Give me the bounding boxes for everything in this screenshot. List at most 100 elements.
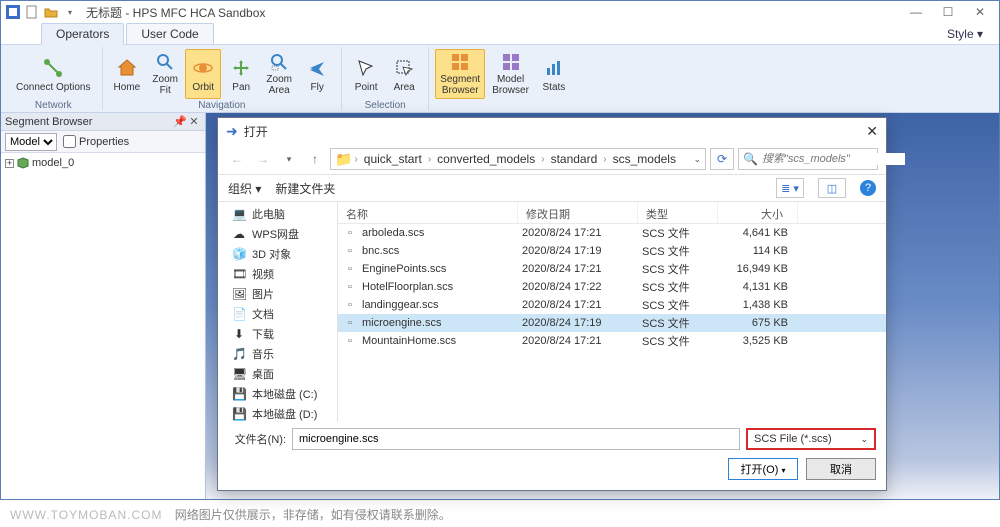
tab-usercode[interactable]: User Code <box>126 23 213 44</box>
view-mode-button[interactable]: ≣ ▾ <box>776 178 804 198</box>
col-date[interactable]: 修改日期 <box>518 202 638 223</box>
breadcrumb-bar[interactable]: 📁 › quick_start› converted_models› stand… <box>330 148 706 170</box>
tree-node-label: model_0 <box>32 157 74 169</box>
zoom-fit-button[interactable]: Zoom Fit <box>147 49 183 99</box>
qat-dropdown-icon[interactable]: ▾ <box>62 4 78 20</box>
place-item[interactable]: 📄文档 <box>218 304 337 324</box>
place-item[interactable]: 🖥桌面 <box>218 364 337 384</box>
file-row[interactable]: ▫EnginePoints.scs2020/8/24 17:21SCS 文件16… <box>338 260 886 278</box>
place-item[interactable]: ⬇下载 <box>218 324 337 344</box>
fly-icon <box>305 56 329 80</box>
video-icon: 🎞 <box>232 267 246 281</box>
search-input[interactable] <box>762 153 905 165</box>
ribbon-group-navigation: Home Zoom Fit Orbit Pan Zoom Area <box>103 47 343 110</box>
search-box[interactable]: 🔍 <box>738 148 878 170</box>
open-button[interactable]: 打开(O) ▾ <box>728 458 798 480</box>
cube-icon: 🧊 <box>232 247 246 261</box>
places-sidebar[interactable]: 💻此电脑☁WPS网盘🧊3D 对象🎞视频🖼图片📄文档⬇下载🎵音乐🖥桌面💾本地磁盘 … <box>218 202 338 422</box>
stats-button[interactable]: Stats <box>536 49 572 99</box>
panel-close-icon[interactable]: ✕ <box>187 115 201 128</box>
column-headers[interactable]: 名称 修改日期 类型 大小 <box>338 202 886 224</box>
dialog-close-button[interactable]: ✕ <box>866 123 878 140</box>
area-button[interactable]: Area <box>386 49 422 99</box>
crumb[interactable]: standard <box>547 152 602 166</box>
close-button[interactable]: ✕ <box>973 5 987 19</box>
area-icon <box>392 56 416 80</box>
nav-forward-button[interactable]: → <box>252 148 274 170</box>
file-row[interactable]: ▫HotelFloorplan.scs2020/8/24 17:22SCS 文件… <box>338 278 886 296</box>
place-item[interactable]: 🎵音乐 <box>218 344 337 364</box>
zoom-area-button[interactable]: Zoom Area <box>261 49 297 99</box>
file-row[interactable]: ▫arboleda.scs2020/8/24 17:21SCS 文件4,641 … <box>338 224 886 242</box>
place-item[interactable]: 🎞视频 <box>218 264 337 284</box>
disk-icon: 💾 <box>232 387 246 401</box>
segment-browser-button[interactable]: Segment Browser <box>435 49 485 99</box>
nav-back-button[interactable]: ← <box>226 148 248 170</box>
style-dropdown[interactable]: Style ▾ <box>941 24 989 44</box>
file-icon: ▫ <box>342 298 358 312</box>
crumb[interactable]: scs_models <box>609 152 680 166</box>
nav-recent-dropdown[interactable]: ▾ <box>278 148 300 170</box>
filename-input[interactable] <box>292 428 740 450</box>
segment-browser-title: Segment Browser <box>5 116 92 128</box>
new-icon[interactable] <box>24 4 40 20</box>
orbit-button[interactable]: Orbit <box>185 49 221 99</box>
pan-button[interactable]: Pan <box>223 49 259 99</box>
connect-options-button[interactable]: Connect Options <box>11 49 96 99</box>
place-item[interactable]: 💾本地磁盘 (D:) <box>218 404 337 422</box>
pc-icon: 💻 <box>232 207 246 221</box>
pin-icon[interactable]: 📌 <box>173 115 187 128</box>
expand-icon[interactable]: + <box>5 159 14 168</box>
fly-button[interactable]: Fly <box>299 49 335 99</box>
quick-access-toolbar: ▾ <box>5 4 78 20</box>
file-row[interactable]: ▫microengine.scs2020/8/24 17:19SCS 文件675… <box>338 314 886 332</box>
place-item[interactable]: 💻此电脑 <box>218 204 337 224</box>
window-title: 无标题 - HPS MFC HCA Sandbox <box>86 4 909 21</box>
place-item[interactable]: ☁WPS网盘 <box>218 224 337 244</box>
pan-icon <box>229 56 253 80</box>
cancel-button[interactable]: 取消 <box>806 458 876 480</box>
organize-button[interactable]: 组织 ▾ <box>228 180 261 197</box>
file-icon: ▫ <box>342 262 358 276</box>
file-row[interactable]: ▫landinggear.scs2020/8/24 17:21SCS 文件1,4… <box>338 296 886 314</box>
col-name[interactable]: 名称 <box>338 202 518 223</box>
crumb[interactable]: converted_models <box>433 152 539 166</box>
home-button[interactable]: Home <box>109 49 146 99</box>
orbit-icon <box>191 56 215 80</box>
nav-up-button[interactable]: ↑ <box>304 148 326 170</box>
disk-icon: 💾 <box>232 407 246 421</box>
segment-tree[interactable]: + model_0 <box>1 153 205 499</box>
properties-checkbox[interactable]: Properties <box>63 135 129 148</box>
help-button[interactable]: ? <box>860 180 876 196</box>
place-item[interactable]: 💾本地磁盘 (C:) <box>218 384 337 404</box>
crumb[interactable]: quick_start <box>360 152 426 166</box>
download-icon: ⬇ <box>232 327 246 341</box>
col-size[interactable]: 大小 <box>718 202 798 223</box>
open-icon[interactable] <box>43 4 59 20</box>
tab-operators[interactable]: Operators <box>41 23 124 45</box>
segment-browser-icon <box>448 52 472 72</box>
file-icon: ▫ <box>342 316 358 330</box>
tree-node[interactable]: + model_0 <box>5 157 201 169</box>
home-icon <box>115 56 139 80</box>
col-type[interactable]: 类型 <box>638 202 718 223</box>
point-button[interactable]: Point <box>348 49 384 99</box>
refresh-button[interactable]: ⟳ <box>710 148 734 170</box>
file-row[interactable]: ▫MountainHome.scs2020/8/24 17:21SCS 文件3,… <box>338 332 886 350</box>
crumb-dropdown-icon[interactable]: ⌄ <box>693 154 701 165</box>
new-folder-button[interactable]: 新建文件夹 <box>275 180 335 197</box>
model-browser-button[interactable]: Model Browser <box>487 49 534 99</box>
minimize-button[interactable]: — <box>909 5 923 19</box>
ribbon: Connect Options Network Home Zoom Fit Or… <box>1 45 999 113</box>
preview-pane-button[interactable]: ◫ <box>818 178 846 198</box>
model-mode-select[interactable]: Model <box>5 133 57 151</box>
file-row[interactable]: ▫bnc.scs2020/8/24 17:19SCS 文件114 KB <box>338 242 886 260</box>
place-item[interactable]: 🧊3D 对象 <box>218 244 337 264</box>
file-icon: ▫ <box>342 226 358 240</box>
footer-site: WWW.TOYMOBAN.COM <box>10 508 162 522</box>
doc-icon: 📄 <box>232 307 246 321</box>
maximize-button[interactable]: ☐ <box>941 5 955 19</box>
ribbon-group-selection: Point Area Selection <box>342 47 429 110</box>
place-item[interactable]: 🖼图片 <box>218 284 337 304</box>
filetype-dropdown[interactable]: SCS File (*.scs) ⌄ <box>746 428 876 450</box>
